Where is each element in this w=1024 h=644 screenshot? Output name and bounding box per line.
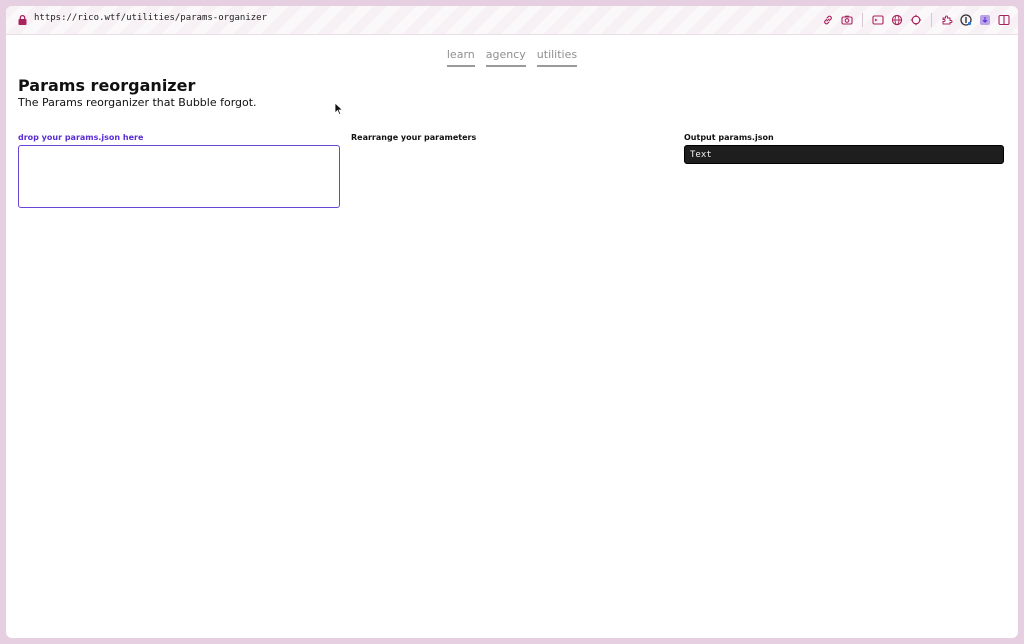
page-subtitle: The Params reorganizer that Bubble forgo… xyxy=(18,96,257,109)
lock-icon xyxy=(18,15,27,25)
terminal-icon[interactable] xyxy=(872,14,884,26)
onepassword-icon[interactable] xyxy=(960,14,972,26)
page-title: Params reorganizer xyxy=(18,76,196,95)
nav-link-utilities[interactable]: utilities xyxy=(536,48,578,67)
camera-icon[interactable] xyxy=(841,14,853,26)
toolbar-divider xyxy=(931,13,932,27)
toolbar-divider xyxy=(862,13,863,27)
nav-link-agency[interactable]: agency xyxy=(485,48,526,67)
rearrange-label: Rearrange your parameters xyxy=(351,133,477,142)
link-icon[interactable] xyxy=(822,14,834,26)
output-text: Text xyxy=(690,149,712,160)
dropzone-label: drop your params.json here xyxy=(18,133,144,142)
params-dropzone[interactable] xyxy=(18,145,340,208)
sidebar-icon[interactable] xyxy=(998,14,1010,26)
toolbar-icons xyxy=(822,12,1010,28)
browser-toolbar: https://rico.wtf/utilities/params-organi… xyxy=(6,6,1018,35)
download-icon[interactable] xyxy=(979,14,991,26)
crosshair-icon[interactable] xyxy=(910,14,922,26)
globe-icon[interactable] xyxy=(891,14,903,26)
output-params-field[interactable]: Text xyxy=(684,145,1004,164)
browser-window: https://rico.wtf/utilities/params-organi… xyxy=(6,6,1018,638)
extension-icon[interactable] xyxy=(941,14,953,26)
site-nav: learn agency utilities xyxy=(6,48,1018,67)
address-bar[interactable]: https://rico.wtf/utilities/params-organi… xyxy=(34,13,267,23)
nav-link-learn[interactable]: learn xyxy=(446,48,475,67)
output-label: Output params.json xyxy=(684,133,774,142)
mouse-cursor-icon xyxy=(334,102,344,116)
